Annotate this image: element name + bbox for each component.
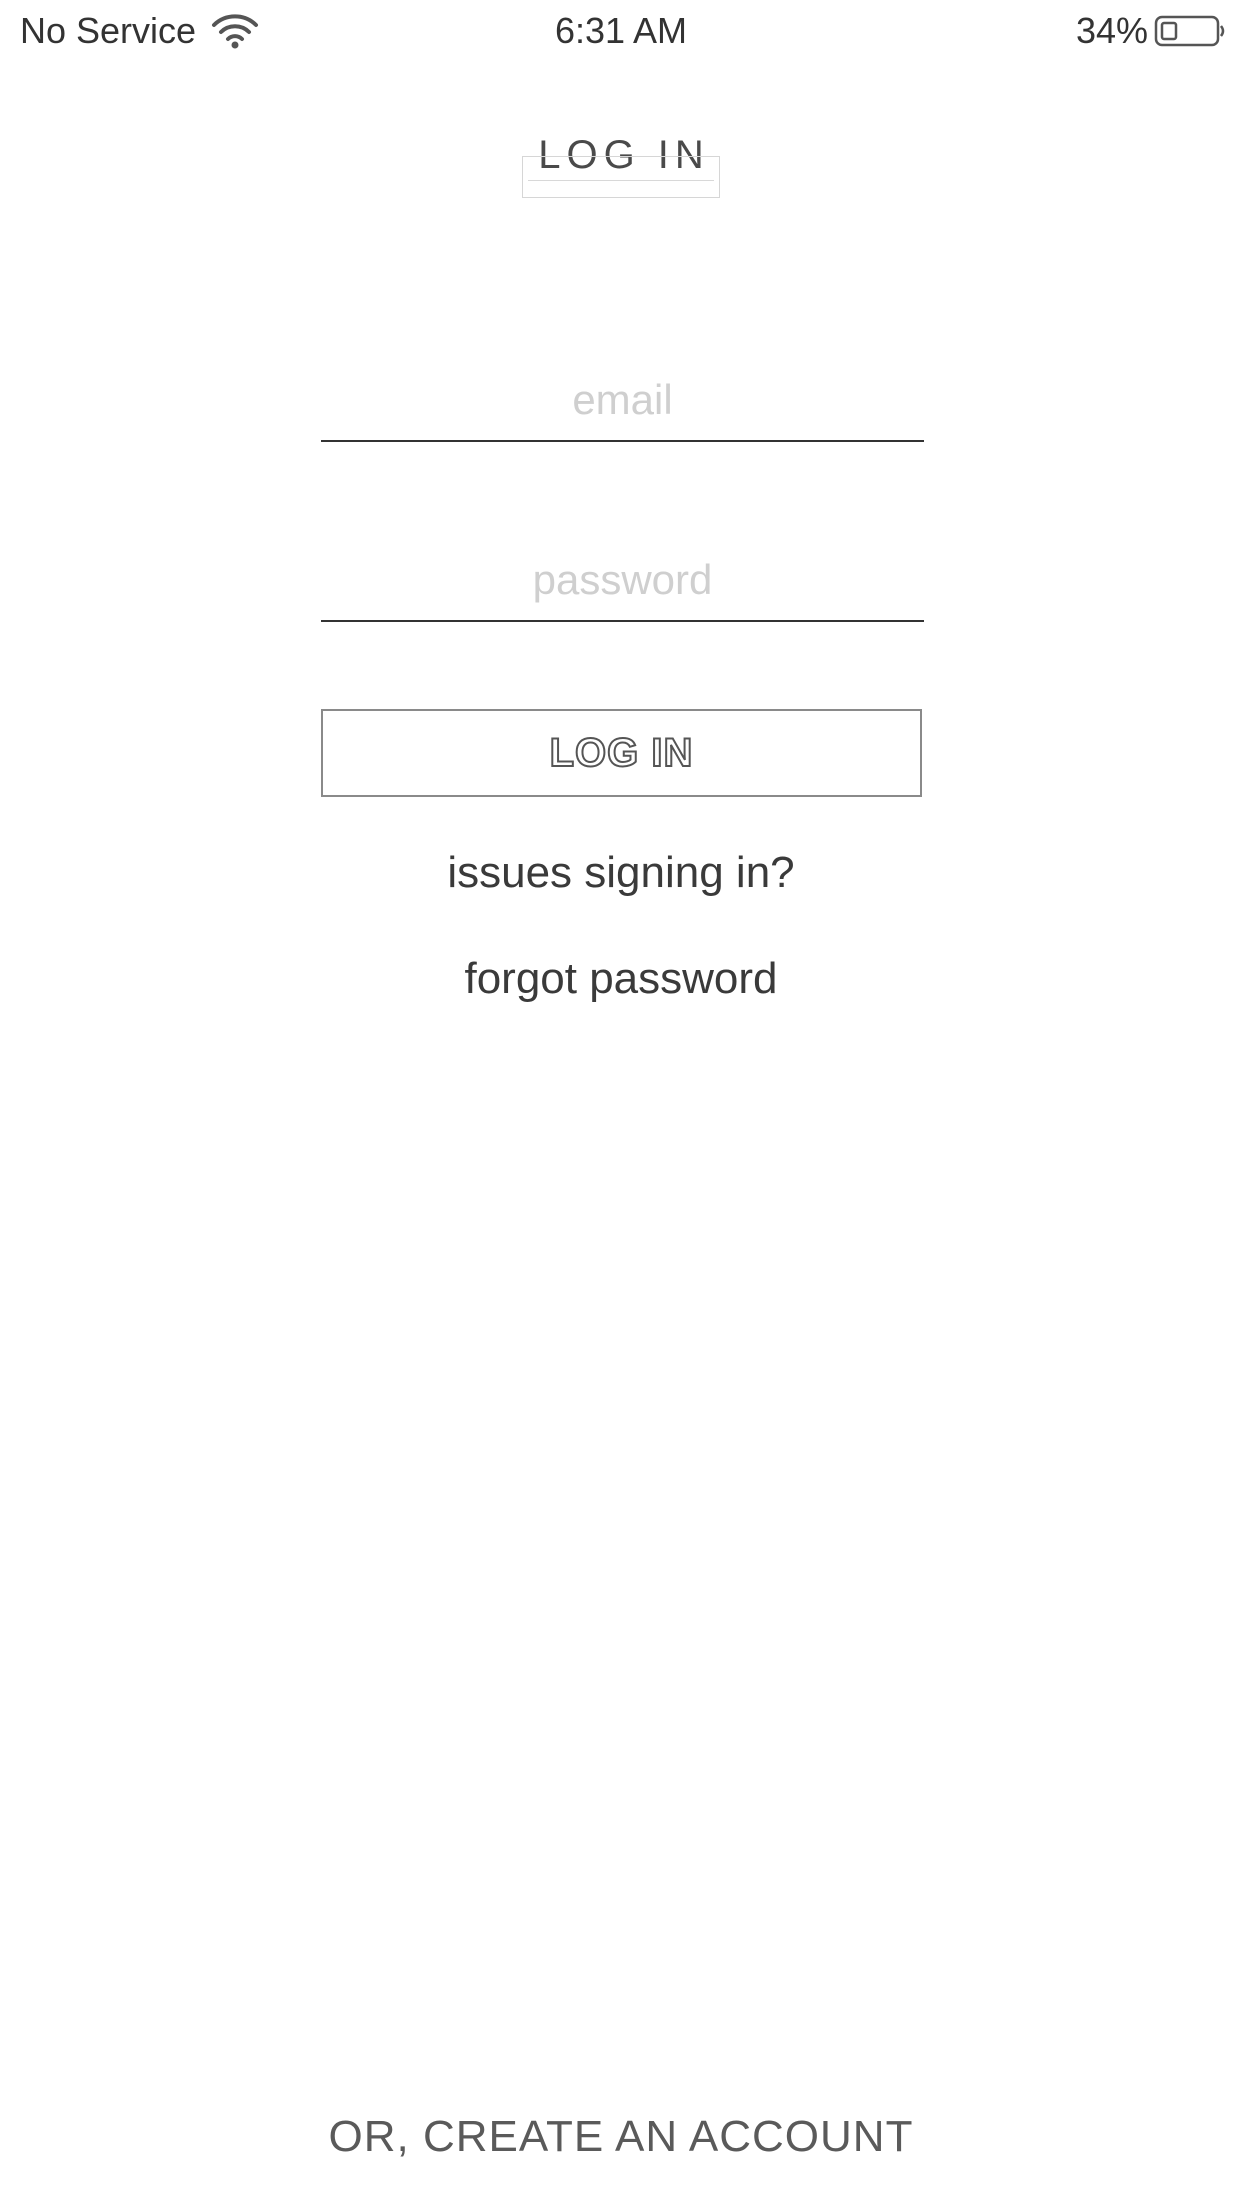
battery-percent: 34% (1075, 10, 1148, 51)
forgot-password-link[interactable]: forgot password (0, 954, 1242, 1004)
email-field[interactable] (321, 360, 924, 440)
password-field-wrapper (321, 540, 924, 622)
login-button-label: LOG IN (549, 730, 694, 776)
status-time: 6:31 AM (554, 10, 688, 51)
create-account-link[interactable]: OR, CREATE AN ACCOUNT (0, 2112, 1242, 2162)
password-field[interactable] (321, 540, 924, 620)
battery-icon (1154, 13, 1226, 49)
login-button[interactable]: LOG IN (321, 709, 922, 797)
status-right: 34% (1076, 10, 1226, 52)
status-bar: No Service 6:31 AM 34% (0, 0, 1242, 64)
page-title-wrap: LOG IN (0, 130, 1242, 198)
email-field-wrapper (321, 360, 924, 442)
page-title: LOG IN (522, 130, 720, 198)
issues-signing-in-link[interactable]: issues signing in? (0, 848, 1242, 898)
